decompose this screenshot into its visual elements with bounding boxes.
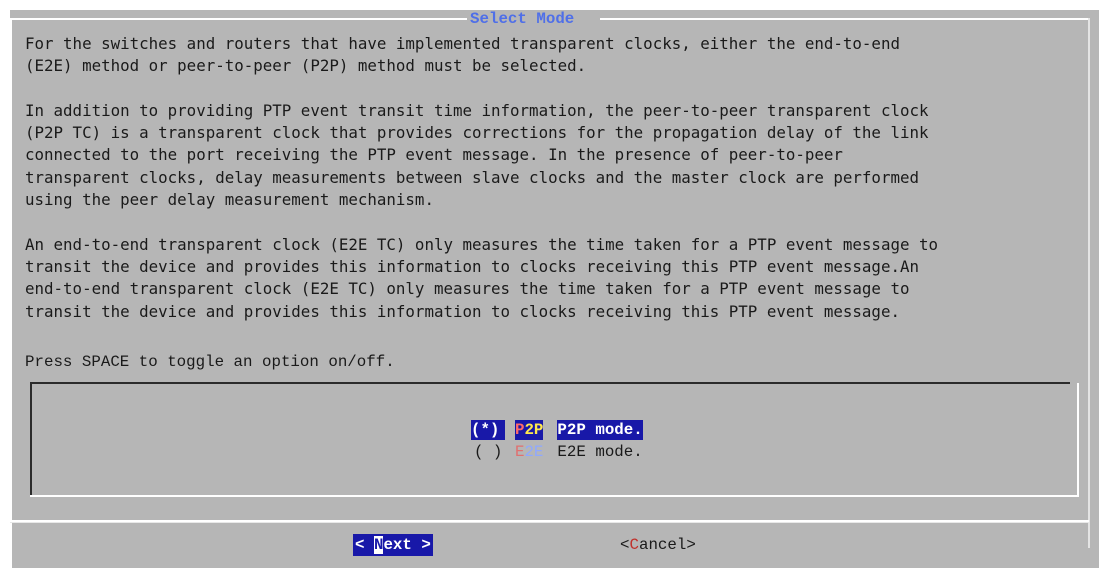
option-list-border-top: [30, 382, 1070, 384]
option-e2e-tag: E2E: [514, 443, 544, 461]
next-button[interactable]: < Next >: [353, 534, 433, 556]
dialog-title: Select Mode: [470, 10, 575, 28]
option-list-border-left: [30, 382, 32, 497]
cancel-button[interactable]: <Cancel>: [620, 534, 696, 556]
dialog-description: For the switches and routers that have i…: [25, 34, 939, 321]
dialog-frame-top-left: [10, 18, 467, 20]
button-separator-shadow: [10, 522, 1089, 523]
dialog-frame-top-right: [600, 18, 1088, 20]
option-list-border-right: [1077, 383, 1079, 497]
option-e2e-label: E2E mode.: [557, 443, 643, 461]
cancel-hotkey: C: [629, 536, 639, 554]
option-e2e[interactable]: ( ) E2E E2E mode.: [452, 422, 643, 461]
option-p2p[interactable]: (*) P2P P2P mode.: [452, 400, 643, 440]
toggle-hint: Press SPACE to toggle an option on/off.: [25, 353, 395, 371]
option-list-border-bottom: [30, 495, 1079, 497]
option-e2e-checkbox[interactable]: ( ): [471, 442, 505, 462]
dialog-frame-left: [10, 18, 12, 568]
dialog-frame-right: [1088, 18, 1090, 548]
